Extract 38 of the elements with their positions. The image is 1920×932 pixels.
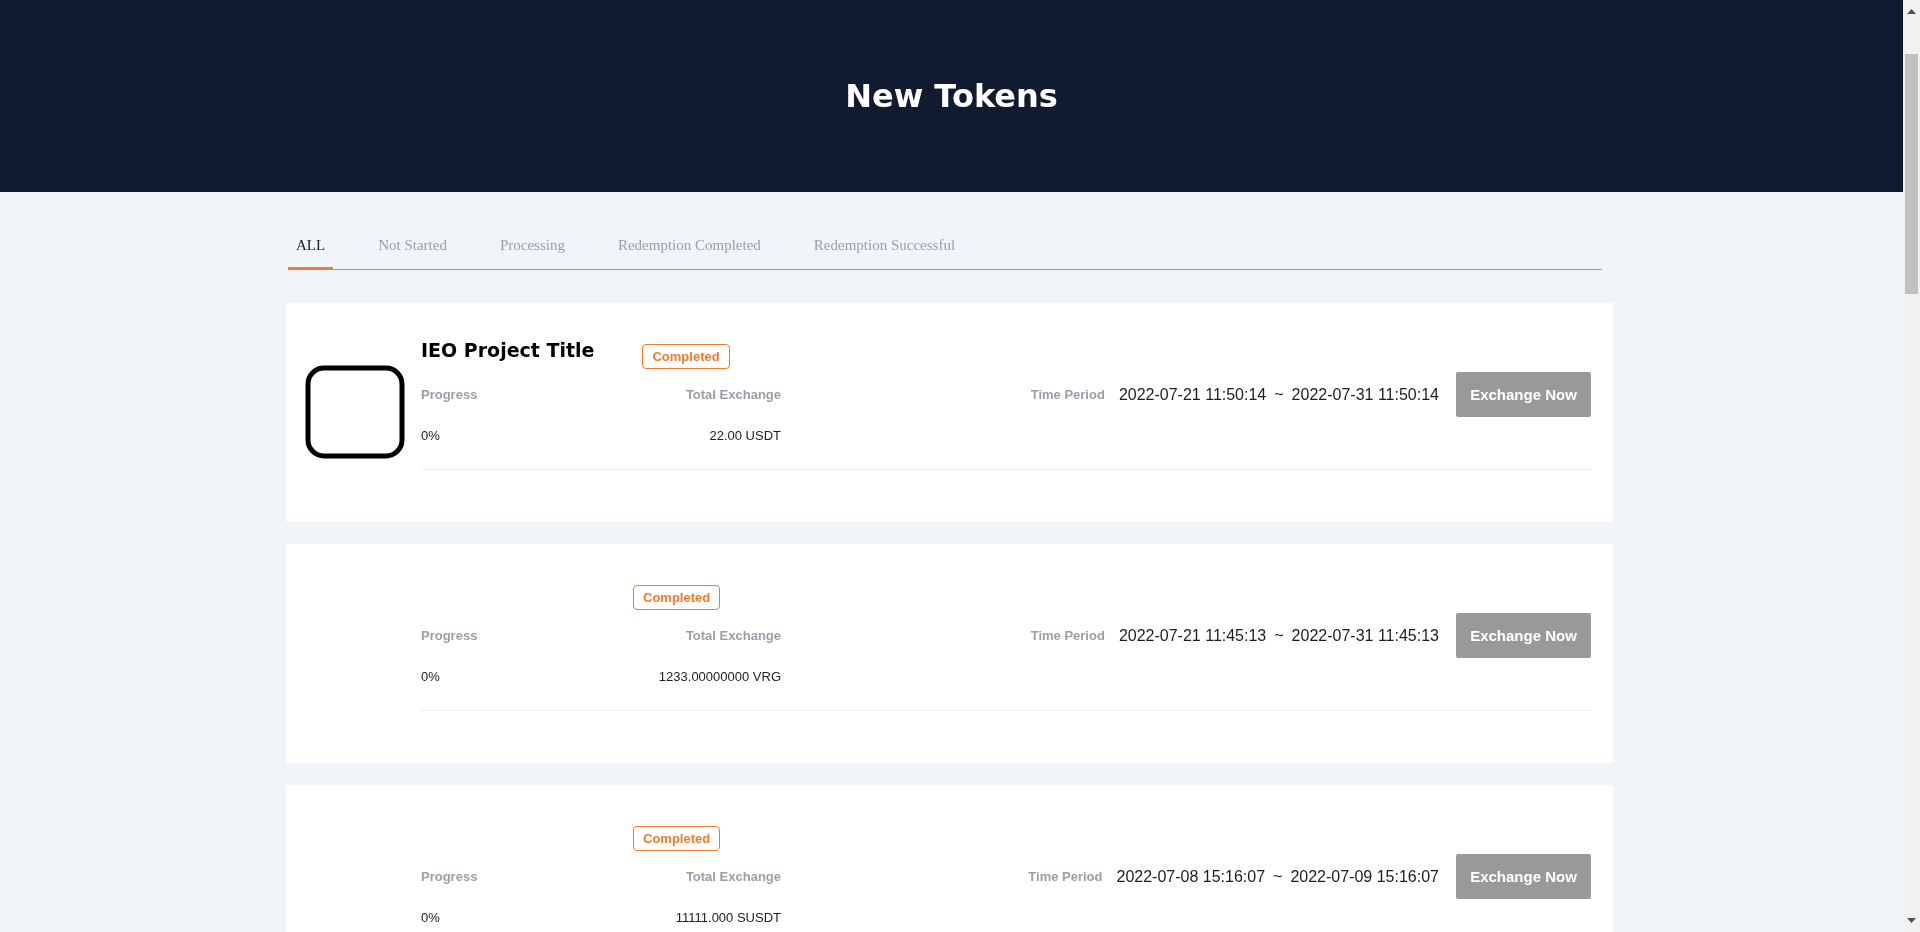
progress-value: 0% [421,909,440,925]
range-separator: ~ [1273,867,1283,886]
exchange-button[interactable]: Exchange Now [1456,613,1591,658]
page-title: New Tokens [845,77,1058,115]
end-time: 2022-07-31 11:45:13 [1291,626,1439,645]
progress-label: Progress [421,869,478,884]
time-period-label: Time Period [1030,628,1105,643]
progress-label: Progress [421,628,478,643]
progress-value: 0% [421,668,440,684]
status-badge: Completed [633,826,721,851]
project-title: IEO Project Title [421,338,595,361]
start-time: 2022-07-08 15:16:07 [1116,867,1266,886]
exchange-button[interactable]: Exchange Now [1456,854,1591,899]
status-badge: Completed [633,585,721,610]
total-exchange-label: Total Exchange [685,387,781,402]
scrollbar-drawing[interactable] [1903,0,1920,932]
time-period-label: Time Period [1028,869,1103,884]
total-exchange-value: 22.00 USDT [709,427,781,443]
progress-value: 0% [421,427,440,443]
start-time: 2022-07-21 11:45:13 [1118,626,1267,645]
exchange-button[interactable]: Exchange Now [1456,372,1591,417]
total-exchange-value: 1233.00000000 VRG [658,668,781,684]
filter-tab[interactable]: Redemption Completed [609,225,769,270]
range-separator: ~ [1274,385,1284,404]
end-time: 2022-07-09 15:16:07 [1290,867,1439,886]
filter-tab[interactable]: Processing [491,225,573,270]
filter-tab[interactable]: ALL [288,225,334,270]
range-separator: ~ [1274,626,1284,645]
time-period-label: Time Period [1030,387,1105,402]
total-exchange-label: Total Exchange [685,869,781,884]
progress-label: Progress [421,387,478,402]
end-time: 2022-07-31 11:50:14 [1291,385,1439,404]
total-exchange-value: 11111.000 SUSDT [675,909,781,925]
filter-tab[interactable]: Not Started [370,225,455,270]
start-time: 2022-07-21 11:50:14 [1118,385,1267,404]
status-badge: Completed [642,344,730,369]
filter-tab[interactable]: Redemption Successful [805,225,964,270]
total-exchange-label: Total Exchange [685,628,781,643]
